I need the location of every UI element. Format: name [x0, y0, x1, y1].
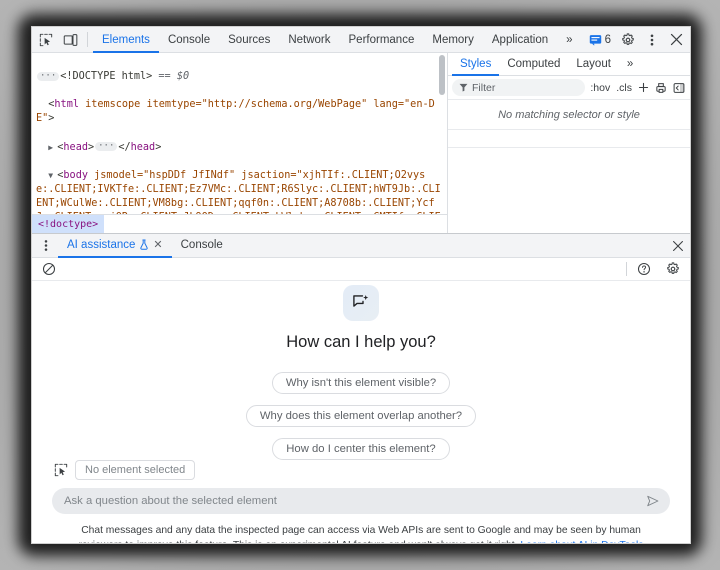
dom-line-head[interactable]: ▶<head>···</head> [36, 141, 443, 155]
cls-button[interactable]: .cls [615, 82, 633, 94]
drawer-tab-ai-assistance[interactable]: AI assistance ✕ [58, 234, 172, 258]
expand-triangle-icon[interactable]: ▶ [48, 141, 57, 155]
tab-console[interactable]: Console [159, 27, 219, 53]
tab-layout[interactable]: Layout [568, 53, 619, 76]
styles-empty-rows [448, 130, 690, 233]
drawer-tab-bar: AI assistance ✕ Console [32, 234, 690, 258]
filter-input[interactable]: Filter [452, 79, 585, 96]
drawer-kebab-menu-icon[interactable] [34, 235, 58, 257]
drawer-panel: AI assistance ✕ Console [32, 233, 690, 543]
kebab-menu-icon[interactable] [640, 29, 664, 51]
dom-tree-scrollbar[interactable] [439, 55, 445, 95]
flask-icon [139, 239, 149, 250]
dom-tree-code[interactable]: ···<!DOCTYPE html> == $0 <html itemscope… [32, 53, 447, 214]
dom-line-doctype[interactable]: ···<!DOCTYPE html> == $0 [36, 70, 443, 84]
more-tabs-button[interactable]: » [557, 27, 581, 53]
ai-disclaimer: Chat messages and any data the inspected… [44, 514, 678, 544]
close-ai-assistance-icon[interactable]: ✕ [153, 238, 162, 251]
breadcrumb: <!doctype> [32, 214, 447, 233]
ai-assistance-empty-state: How can I help you? Why isn't this eleme… [32, 281, 690, 460]
suggestion-chip-overlap[interactable]: Why does this element overlap another? [246, 405, 476, 427]
toolbar-divider [87, 32, 88, 47]
styles-more-tabs-button[interactable]: » [619, 53, 641, 76]
drawer-tab-console-label: Console [181, 239, 223, 251]
selected-node-marker: == $0 [158, 71, 189, 82]
dom-line-body[interactable]: ▼<body jsmodel="hspDDf JfINdf" jsaction=… [36, 169, 443, 214]
ai-question-placeholder: Ask a question about the selected elemen… [64, 495, 640, 507]
drawer-tab-console[interactable]: Console [172, 234, 232, 258]
print-media-icon[interactable] [654, 82, 668, 94]
ai-context-row: No element selected [44, 460, 678, 488]
ai-title: How can I help you? [286, 333, 436, 352]
tab-elements[interactable]: Elements [93, 27, 159, 53]
plus-icon [638, 82, 649, 93]
styles-empty-message: No matching selector or style [448, 100, 690, 130]
issues-badge[interactable]: 6 [584, 29, 616, 51]
close-icon[interactable] [664, 29, 688, 51]
issues-message-icon [589, 34, 602, 46]
ai-assistance-toolbar [32, 258, 690, 281]
dom-attrs-body: jsmodel="hspDDf JfINdf" jsaction="xjhTIf… [36, 170, 441, 214]
main-toolbar: Elements Console Sources Network Perform… [32, 27, 690, 53]
filter-placeholder: Filter [472, 82, 495, 94]
dom-tag-head: head [63, 142, 88, 153]
inspect-element-icon[interactable] [54, 463, 68, 477]
help-icon[interactable] [632, 258, 656, 280]
toggle-sidebar-icon[interactable] [672, 82, 686, 94]
elements-panel: ···<!DOCTYPE html> == $0 <html itemscope… [32, 53, 690, 233]
tab-memory[interactable]: Memory [423, 27, 483, 53]
styles-filter-row: Filter :hov .cls [448, 76, 690, 100]
ai-toolbar-divider [626, 262, 627, 276]
dom-tag-body: body [63, 170, 88, 181]
drawer-close-icon[interactable] [666, 235, 690, 257]
send-icon[interactable] [646, 494, 660, 508]
drawer-tab-ai-assistance-label: AI assistance [67, 239, 135, 251]
breadcrumb-item-doctype[interactable]: <!doctype> [32, 215, 104, 234]
devtools-window: Elements Console Sources Network Perform… [31, 26, 691, 544]
ai-suggestions: Why isn't this element visible? Why does… [246, 372, 476, 460]
ai-chat-sparkle-icon [343, 285, 379, 321]
tab-computed[interactable]: Computed [499, 53, 568, 76]
hov-button[interactable]: :hov [589, 82, 611, 94]
collapse-triangle-icon[interactable]: ▼ [48, 169, 57, 183]
selected-element-pill[interactable]: No element selected [75, 460, 195, 480]
suggestion-chip-center[interactable]: How do I center this element? [272, 438, 449, 460]
collapsed-children-icon[interactable]: ··· [95, 142, 117, 151]
tab-sources[interactable]: Sources [219, 27, 279, 53]
gear-icon[interactable] [616, 29, 640, 51]
dom-tag-html: html [54, 99, 79, 110]
styles-sidebar: Styles Computed Layout » Filter :hov .cl… [448, 53, 690, 233]
tab-network[interactable]: Network [279, 27, 339, 53]
suggestion-chip-visible[interactable]: Why isn't this element visible? [272, 372, 450, 394]
ai-assistance-footer: No element selected Ask a question about… [32, 460, 690, 544]
dom-line-html[interactable]: <html itemscope itemtype="http://schema.… [36, 98, 443, 126]
issues-count: 6 [605, 34, 611, 46]
device-toolbar-icon[interactable] [58, 29, 82, 51]
ai-settings-gear-icon[interactable] [661, 258, 685, 280]
new-style-rule-button[interactable] [637, 82, 650, 93]
dom-attrs-html: itemscope itemtype="http://schema.org/We… [36, 99, 435, 124]
styles-content-area [448, 130, 690, 233]
ai-question-input[interactable]: Ask a question about the selected elemen… [52, 488, 670, 514]
tab-application[interactable]: Application [483, 27, 557, 53]
dom-tree-view[interactable]: ···<!DOCTYPE html> == $0 <html itemscope… [32, 53, 448, 233]
dom-tag-head-close: head [131, 142, 156, 153]
styles-tab-bar: Styles Computed Layout » [448, 53, 690, 76]
tab-styles[interactable]: Styles [452, 53, 499, 76]
learn-about-ai-link[interactable]: Learn about AI in DevTools [520, 540, 643, 545]
funnel-icon [459, 83, 468, 92]
clear-chat-icon[interactable] [37, 258, 61, 280]
dom-doctype: <!DOCTYPE html> [60, 71, 152, 82]
expand-ellipsis-icon[interactable]: ··· [37, 72, 59, 81]
tab-performance[interactable]: Performance [340, 27, 424, 53]
inspect-element-icon[interactable] [34, 29, 58, 51]
